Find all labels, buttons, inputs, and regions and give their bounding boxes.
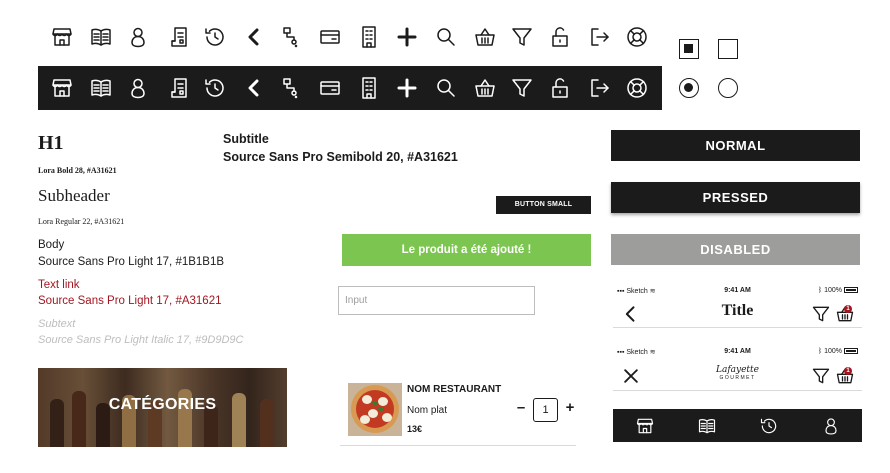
h1-sample: H1 xyxy=(38,132,64,154)
history-icon[interactable] xyxy=(759,416,779,436)
filter-icon[interactable] xyxy=(510,76,534,100)
unlock-icon[interactable] xyxy=(548,25,572,49)
card-icon[interactable] xyxy=(318,25,342,49)
filter-icon[interactable] xyxy=(510,25,534,49)
icon-row-light xyxy=(40,22,662,52)
checkbox-mark xyxy=(684,44,693,53)
flow-icon[interactable] xyxy=(280,25,304,49)
menu-book-icon[interactable] xyxy=(697,416,717,436)
store-icon[interactable] xyxy=(50,76,74,100)
cart-badge: 1 xyxy=(844,367,852,375)
store-icon[interactable] xyxy=(635,416,655,436)
building-icon[interactable] xyxy=(357,25,381,49)
dish-name: Nom plat xyxy=(407,405,448,416)
button-normal[interactable]: NORMAL xyxy=(611,130,860,161)
h1-description: Lora Bold 28, #A31621 xyxy=(38,166,117,175)
body-description: Source Sans Pro Light 17, #1B1B1B xyxy=(38,256,225,268)
back-chevron-icon[interactable] xyxy=(242,25,266,49)
menu-book-icon[interactable] xyxy=(89,76,113,100)
receipt-icon[interactable] xyxy=(167,25,191,49)
radio-dot xyxy=(684,83,693,92)
status-bar: ▪▪▪ Sketch ≋ 9:41 AM ᛒ 100% xyxy=(613,348,862,360)
receipt-icon[interactable] xyxy=(167,76,191,100)
battery-icon xyxy=(844,287,858,294)
success-toast: Le produit a été ajouté ! xyxy=(342,234,591,266)
subheader-sample: Subheader xyxy=(38,186,110,205)
history-icon[interactable] xyxy=(203,76,227,100)
quantity-field[interactable]: 1 xyxy=(533,398,558,422)
radio-unselected[interactable] xyxy=(718,78,738,98)
battery: ᛒ 100% xyxy=(818,287,858,294)
button-pressed[interactable]: PRESSED xyxy=(611,182,860,213)
pizza-image xyxy=(348,383,402,436)
building-icon[interactable] xyxy=(357,76,381,100)
user-icon[interactable] xyxy=(821,416,841,436)
text-link-description: Source Sans Pro Light 17, #A31621 xyxy=(38,295,222,307)
body-sample: Body xyxy=(38,239,65,251)
battery-icon xyxy=(844,348,858,355)
store-icon[interactable] xyxy=(50,25,74,49)
battery-label: 100% xyxy=(824,287,842,294)
cart-item: NOM RESTAURANT Nom plat 13€ – 1 + xyxy=(340,374,576,446)
flow-icon[interactable] xyxy=(280,76,304,100)
restaurant-name: NOM RESTAURANT xyxy=(407,384,502,395)
unlock-icon[interactable] xyxy=(548,76,572,100)
user-icon[interactable] xyxy=(126,76,150,100)
increment-button[interactable]: + xyxy=(564,400,576,416)
nav-header-brand: ▪▪▪ Sketch ≋ 9:41 AM ᛒ 100% Lafayette GO… xyxy=(613,346,862,391)
basket-icon[interactable] xyxy=(473,25,497,49)
text-link-sample[interactable]: Text link xyxy=(38,279,80,291)
user-icon[interactable] xyxy=(126,25,150,49)
dish-price: 13€ xyxy=(407,424,423,434)
subheader-description: Lora Regular 22, #A31621 xyxy=(38,217,125,226)
nav-header-title: ▪▪▪ Sketch ≋ 9:41 AM ᛒ 100% Title 1 xyxy=(613,285,862,328)
filter-icon[interactable] xyxy=(811,304,831,324)
text-input[interactable]: Input xyxy=(338,286,535,315)
radio-selected[interactable] xyxy=(679,78,699,98)
checkbox-checked[interactable] xyxy=(679,39,699,59)
button-disabled: DISABLED xyxy=(611,234,860,265)
plus-icon[interactable] xyxy=(395,76,419,100)
subtext-sample: Subtext xyxy=(38,318,76,330)
back-chevron-icon[interactable] xyxy=(242,76,266,100)
status-bar: ▪▪▪ Sketch ≋ 9:41 AM ᛒ 100% xyxy=(613,287,862,299)
search-icon[interactable] xyxy=(434,76,458,100)
menu-book-icon[interactable] xyxy=(89,25,113,49)
help-lifebuoy-icon[interactable] xyxy=(625,25,649,49)
icon-row-dark xyxy=(38,66,662,110)
cart-badge: 1 xyxy=(844,305,852,313)
category-label: CATÉGORIES xyxy=(108,396,217,413)
logout-icon[interactable] xyxy=(588,25,612,49)
subtext-description: Source Sans Pro Light Italic 17, #9D9D9C xyxy=(38,334,244,346)
basket-icon[interactable] xyxy=(473,76,497,100)
search-icon[interactable] xyxy=(434,25,458,49)
subtitle-sample: Subtitle xyxy=(223,132,269,146)
tab-bar xyxy=(613,409,862,442)
help-lifebuoy-icon[interactable] xyxy=(625,76,649,100)
battery: ᛒ 100% xyxy=(818,348,858,355)
subtitle-description: Source Sans Pro Semibold 20, #A31621 xyxy=(223,150,458,164)
history-icon[interactable] xyxy=(203,25,227,49)
button-small[interactable]: BUTTON SMALL xyxy=(496,196,591,214)
battery-label: 100% xyxy=(824,348,842,355)
filter-icon[interactable] xyxy=(811,366,831,386)
decrement-button[interactable]: – xyxy=(515,400,527,416)
checkbox-unchecked[interactable] xyxy=(718,39,738,59)
category-card[interactable]: CATÉGORIES xyxy=(38,368,287,447)
card-icon[interactable] xyxy=(318,76,342,100)
logout-icon[interactable] xyxy=(588,76,612,100)
plus-icon[interactable] xyxy=(395,25,419,49)
